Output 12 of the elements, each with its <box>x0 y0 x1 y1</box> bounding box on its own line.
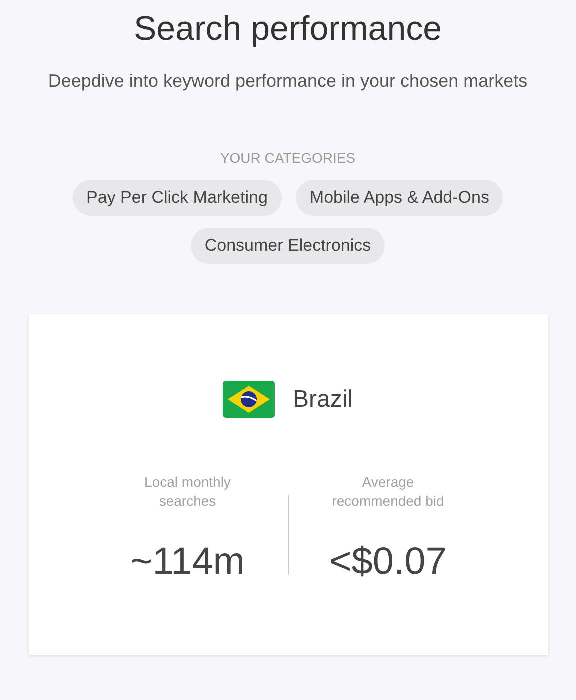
metric-value: <$0.07 <box>330 541 447 584</box>
category-chip[interactable]: Pay Per Click Marketing <box>72 180 282 216</box>
metric-value: ~114m <box>130 541 245 584</box>
category-chip[interactable]: Consumer Electronics <box>190 228 386 264</box>
metric-label: Average recommended bid <box>331 473 446 511</box>
flag-icon <box>222 381 275 418</box>
section-label: YOUR CATEGORIES <box>220 150 356 166</box>
category-chip[interactable]: Mobile Apps & Add-Ons <box>296 180 504 216</box>
country-name: Brazil <box>292 386 353 414</box>
page-subtitle: Deepdive into keyword performance in your chosen markets <box>48 71 528 92</box>
metric-label: Local monthly searches <box>144 473 232 511</box>
page-title: Search performance <box>134 10 442 49</box>
